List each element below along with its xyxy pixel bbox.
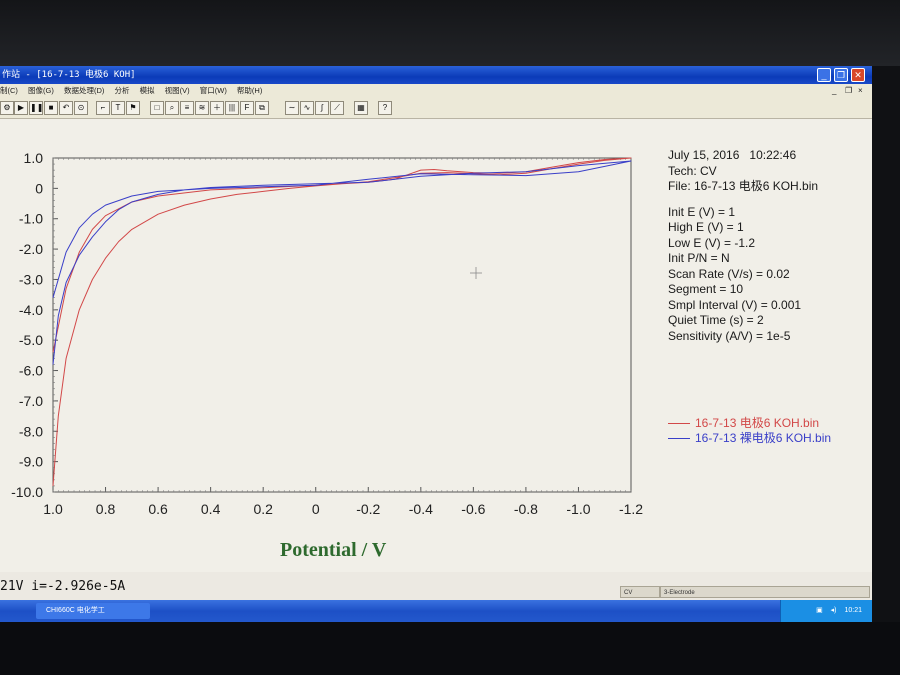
x-tick-label: -0.2 [356, 501, 380, 517]
taskbar-item-chi660c[interactable]: CHI660C 电化学工 [36, 603, 150, 619]
y-tick-label: -8.0 [19, 423, 43, 439]
y-tick-label: -2.0 [19, 241, 43, 257]
x-tick-label: -0.4 [409, 501, 433, 517]
crosshair-cursor [470, 267, 482, 279]
y-tick-label: -9.0 [19, 454, 43, 470]
experiment-info: July 15, 2016 10:22:46 Tech: CV File: 16… [668, 148, 818, 344]
legend-swatch-blue [668, 438, 690, 439]
status-panel-electrode: 3-Electrode [660, 586, 870, 598]
param-segment: Segment = 10 [668, 282, 744, 296]
network-icon[interactable]: ▣ [816, 607, 823, 614]
volume-icon[interactable]: ◂) [831, 607, 837, 614]
x-tick-label: 0.6 [148, 501, 168, 517]
x-tick-label: 1.0 [43, 501, 63, 517]
x-tick-label: -0.8 [514, 501, 538, 517]
legend: 16-7-13 电极6 KOH.bin 16-7-13 裸电极6 KOH.bin [668, 416, 831, 446]
legend-entry-red: 16-7-13 电极6 KOH.bin [668, 416, 831, 431]
tray-clock: 10:21 [844, 607, 862, 614]
legend-entry-blue: 16-7-13 裸电极6 KOH.bin [668, 431, 831, 446]
date-time: July 15, 2016 10:22:46 [668, 148, 818, 164]
status-panel-technique: CV [620, 586, 660, 598]
taskbar-item-label: CHI660C 电化学工 [46, 607, 105, 614]
run-time: 10:22:46 [749, 148, 797, 162]
y-tick-label: -6.0 [19, 363, 43, 379]
x-axis-label: Potential / V [280, 539, 387, 561]
param-low-e: Low E (V) = -1.2 [668, 235, 756, 250]
cursor-readout: 21V i=-2.926e-5A [0, 579, 126, 594]
param-scan-rate: Scan Rate (V/s) = 0.02 [668, 266, 790, 281]
y-tick-label: 0 [35, 180, 43, 196]
x-tick-label: -1.2 [619, 501, 643, 517]
y-tick-label: -5.0 [19, 332, 43, 348]
x-tick-label: 0.4 [201, 501, 221, 517]
series-line-0 [52, 157, 632, 486]
legend-label-blue: 16-7-13 裸电极6 KOH.bin [695, 431, 832, 445]
file-name: File: 16-7-13 电极6 KOH.bin [668, 179, 819, 193]
taskbar: CHI660C 电化学工 ▣ ◂) 10:21 [0, 600, 872, 622]
y-tick-label: 1.0 [24, 150, 44, 166]
x-axis-ticks: 1.0 0.8 0.6 0.4 0.2 0 -0.2 -0.4 -0.6 -0.8 -1.0 -1.2 [43, 158, 643, 517]
x-tick-label: 0.8 [96, 501, 116, 517]
plot-frame [52, 157, 632, 493]
monitor-bezel-right [872, 66, 900, 622]
param-high-e: High E (V) = 1 [668, 220, 744, 234]
screen: 作站 - [16-7-13 电极6 KOH] _ ❐ ✕ 制(C) 图像(G) … [0, 66, 872, 622]
y-tick-label: -4.0 [19, 302, 43, 318]
technique: Tech: CV [668, 163, 717, 178]
legend-label-red: 16-7-13 电极6 KOH.bin [695, 416, 820, 430]
param-init-pn: Init P/N = N [668, 251, 730, 265]
y-tick-label: -1.0 [19, 211, 43, 227]
param-quiet-time: Quiet Time (s) = 2 [668, 313, 764, 327]
y-tick-label: -10.0 [11, 484, 43, 500]
x-tick-label: 0 [312, 501, 320, 517]
x-tick-label: -1.0 [566, 501, 590, 517]
y-axis-ticks: 1.0 0 -1.0 -2.0 -3.0 -4.0 -5.0 -6.0 -7.0 -8.0 -9.0… [11, 150, 58, 500]
legend-swatch-red [668, 423, 690, 424]
y-tick-label: -3.0 [19, 271, 43, 287]
param-sample-interval: Smpl Interval (V) = 0.001 [668, 297, 802, 312]
monitor-bezel-bottom [0, 622, 900, 675]
y-tick-label: -7.0 [19, 393, 43, 409]
param-sensitivity: Sensitivity (A/V) = 1e-5 [668, 328, 791, 343]
x-tick-label: 0.2 [253, 501, 273, 517]
param-init-e: Init E (V) = 1 [668, 204, 736, 219]
run-date: July 15, 2016 [668, 148, 740, 162]
series-line-1 [52, 160, 632, 365]
x-tick-label: -0.6 [461, 501, 485, 517]
monitor-bezel-top [0, 0, 900, 66]
series-lines [52, 157, 632, 486]
system-tray: ▣ ◂) 10:21 [780, 600, 872, 622]
